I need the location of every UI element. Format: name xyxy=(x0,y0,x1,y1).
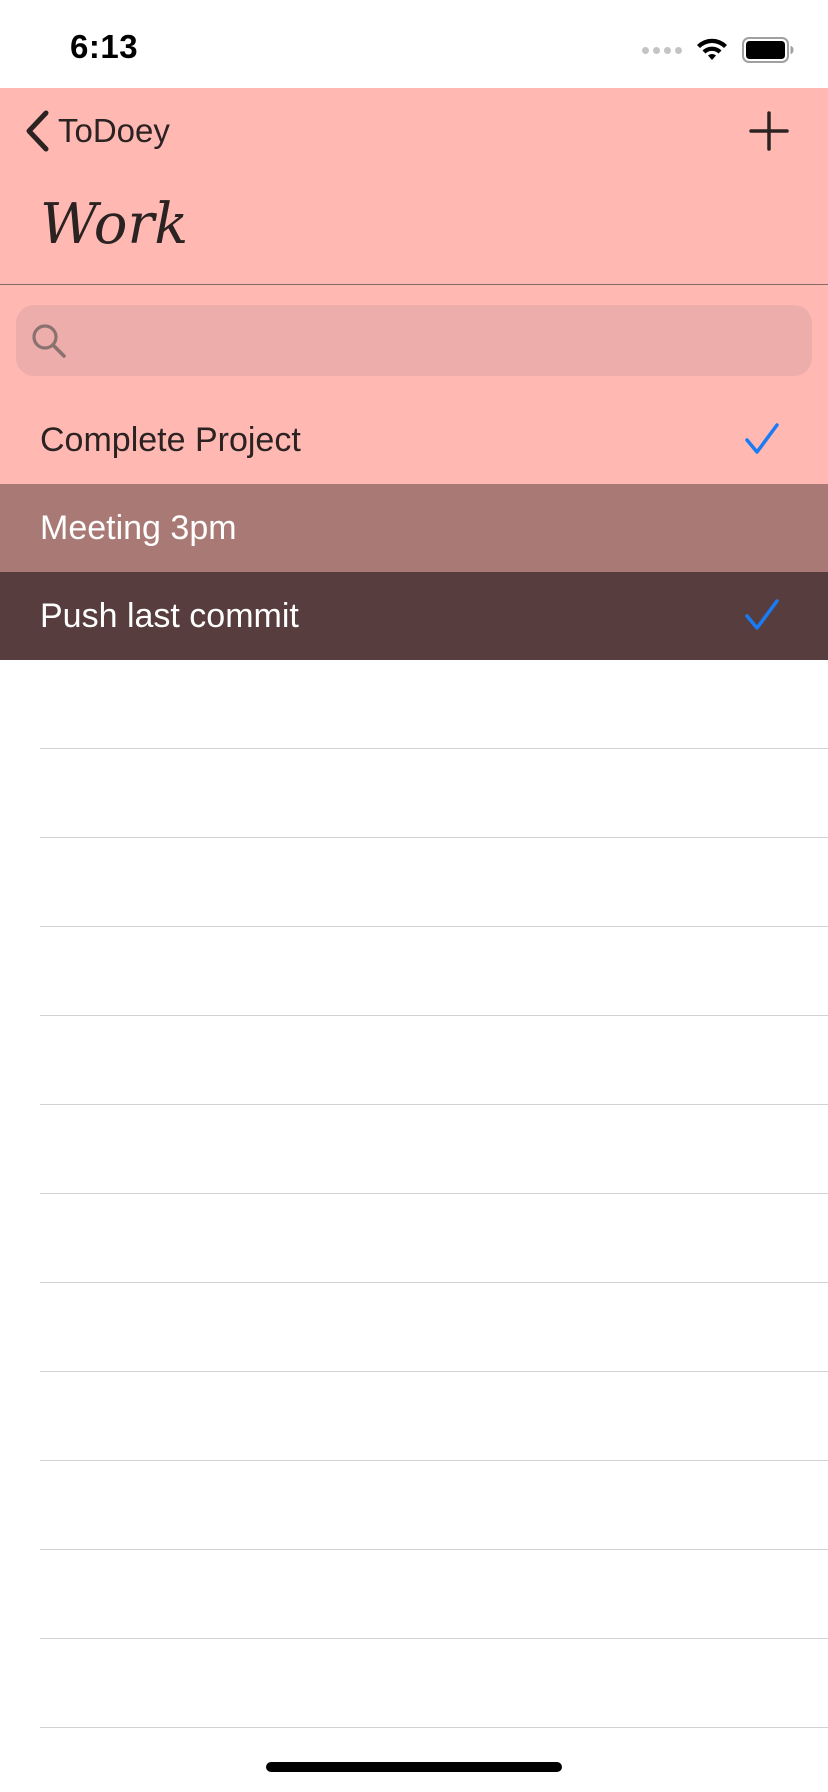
search-input[interactable] xyxy=(78,309,812,372)
screen: 6:13 ToDoey Work Complete Project Meetin… xyxy=(0,0,828,1792)
empty-row xyxy=(40,838,828,927)
empty-row xyxy=(40,1283,828,1372)
empty-row xyxy=(40,1372,828,1461)
navigation-bar: ToDoey Work xyxy=(0,88,828,285)
search-bar xyxy=(0,285,828,397)
home-indicator[interactable] xyxy=(266,1762,562,1772)
page-title: Work xyxy=(40,192,189,257)
status-indicators xyxy=(642,36,794,64)
todo-item-meeting-3pm[interactable]: Meeting 3pm xyxy=(0,484,828,572)
checkmark-icon xyxy=(745,599,779,630)
add-item-button[interactable] xyxy=(748,110,790,152)
status-time: 6:13 xyxy=(70,28,139,65)
todo-item-complete-project[interactable]: Complete Project xyxy=(0,396,828,484)
chevron-left-icon xyxy=(26,110,49,152)
empty-table-area xyxy=(0,660,828,1728)
todo-item-title: Complete Project xyxy=(40,420,301,459)
empty-row xyxy=(40,1194,828,1283)
back-button[interactable]: ToDoey xyxy=(24,108,170,154)
search-field[interactable] xyxy=(16,305,812,376)
status-bar: 6:13 xyxy=(0,0,828,88)
wifi-icon xyxy=(697,38,727,60)
todo-item-push-last-commit[interactable]: Push last commit xyxy=(0,572,828,660)
todo-list: Complete Project Meeting 3pm Push last c… xyxy=(0,396,828,660)
empty-row xyxy=(40,1461,828,1550)
checkmark-icon xyxy=(745,423,779,454)
empty-row xyxy=(40,1550,828,1639)
battery-icon xyxy=(742,37,794,63)
empty-row xyxy=(40,660,828,749)
empty-row xyxy=(40,1105,828,1194)
empty-row xyxy=(40,1639,828,1728)
back-label: ToDoey xyxy=(58,112,170,149)
todo-item-title: Meeting 3pm xyxy=(40,508,237,547)
empty-row xyxy=(40,927,828,1016)
plus-icon xyxy=(749,111,789,151)
empty-row xyxy=(40,1016,828,1105)
cellular-signal-icon xyxy=(642,46,682,54)
todo-item-title: Push last commit xyxy=(40,596,299,635)
empty-row xyxy=(40,749,828,838)
search-icon xyxy=(32,323,66,358)
